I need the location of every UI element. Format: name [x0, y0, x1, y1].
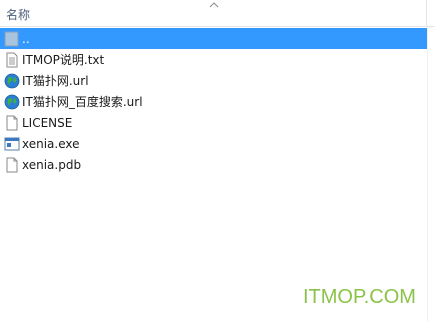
internet-shortcut-icon — [4, 73, 20, 88]
sort-ascending-icon — [209, 2, 219, 8]
file-list: .. ITMOP说明.txt IT猫扑网.url IT猫扑网_百度搜索.url … — [0, 28, 427, 175]
file-name: ITMOP说明.txt — [22, 52, 105, 67]
blank-file-icon — [6, 157, 18, 172]
file-name: xenia.exe — [22, 136, 80, 151]
name-column-header[interactable]: 名称 — [0, 0, 427, 26]
file-row-itmop-url[interactable]: IT猫扑网.url — [0, 70, 427, 91]
internet-shortcut-icon — [4, 94, 20, 109]
file-row-itmop-txt[interactable]: ITMOP说明.txt — [0, 49, 427, 70]
file-explorer-window: 名称 .. ITMOP说明.txt IT猫扑网.url IT猫扑网_百度搜索.u… — [0, 0, 435, 322]
file-row-itmop-baidu-url[interactable]: IT猫扑网_百度搜索.url — [0, 91, 427, 112]
column-header-bar: 名称 — [0, 0, 435, 27]
file-name: IT猫扑网_百度搜索.url — [22, 94, 143, 109]
folder-up-icon — [4, 31, 19, 46]
column-divider — [427, 27, 428, 322]
name-column-label: 名称 — [6, 8, 31, 22]
application-icon — [4, 137, 20, 150]
file-row-xenia-pdb[interactable]: xenia.pdb — [0, 154, 427, 175]
blank-file-icon — [6, 115, 18, 130]
watermark-text: ITMOP.COM — [303, 286, 416, 308]
text-file-icon — [6, 52, 18, 67]
file-name: IT猫扑网.url — [22, 73, 89, 88]
file-name: .. — [22, 31, 30, 46]
file-name: xenia.pdb — [22, 157, 82, 172]
file-row-parent-directory[interactable]: .. — [0, 28, 427, 49]
file-row-license[interactable]: LICENSE — [0, 112, 427, 133]
file-name: LICENSE — [22, 115, 73, 130]
file-row-xenia-exe[interactable]: xenia.exe — [0, 133, 427, 154]
